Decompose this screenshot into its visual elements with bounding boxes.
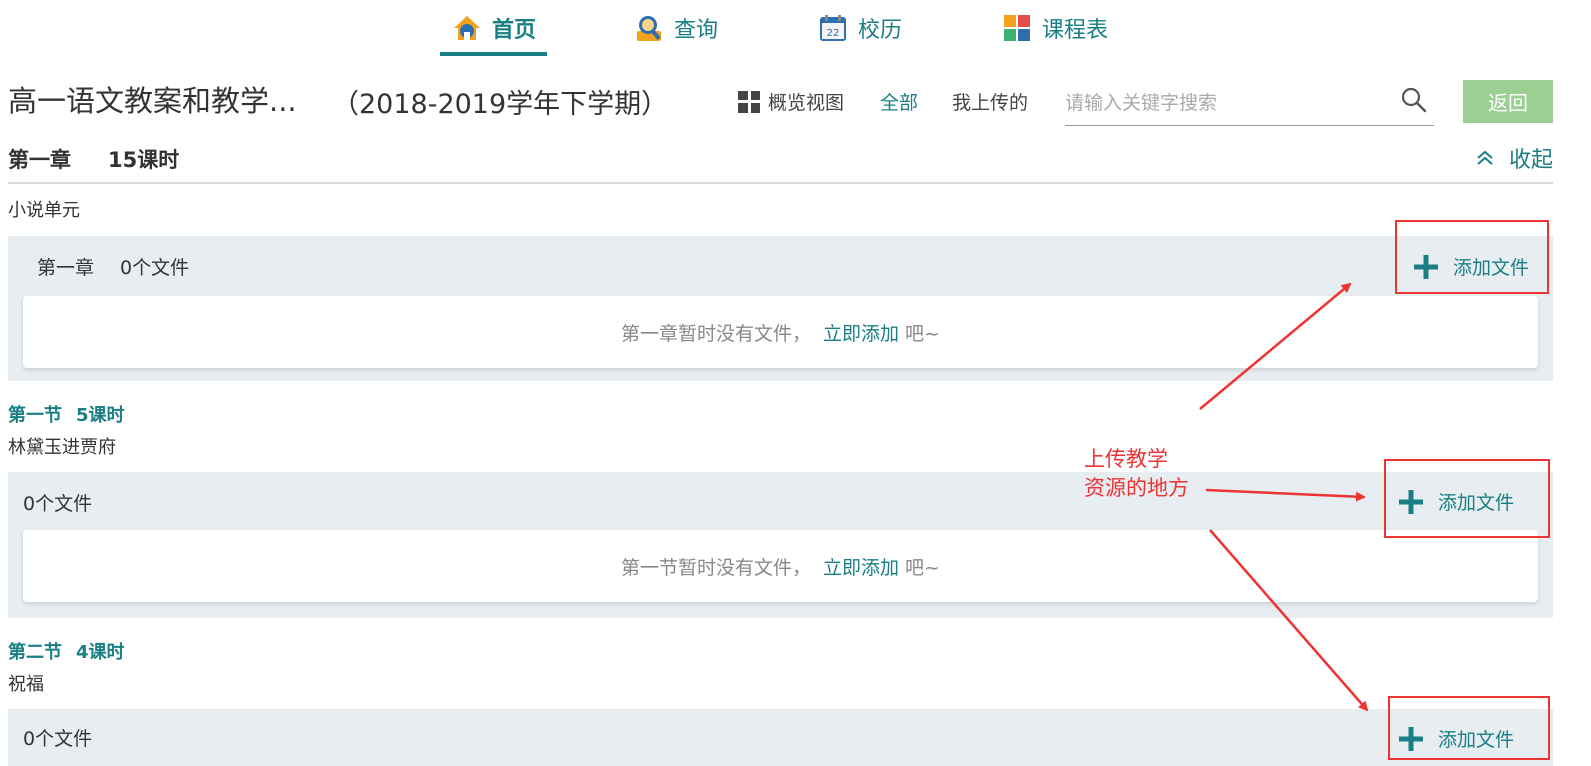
section-1-hours: 5课时 (76, 405, 125, 426)
chapter-panel-header: 第一章 0个文件 (37, 236, 189, 296)
filter-my-uploads[interactable]: 我上传的 (952, 88, 1028, 115)
annotation-box-section-1 (1384, 459, 1550, 538)
search-input[interactable] (1065, 88, 1385, 118)
nav-label-timetable: 课程表 (1042, 18, 1109, 43)
search-box (1065, 80, 1434, 126)
search-icon[interactable] (1400, 86, 1428, 114)
nav-label-calendar: 校历 (858, 18, 903, 43)
section-2-panel-header: 0个文件 (23, 709, 92, 766)
nav-label-query: 查询 (674, 18, 719, 43)
filter-all[interactable]: 全部 (880, 88, 918, 115)
nav-item-home[interactable]: 首页 (452, 0, 536, 56)
chapter-name: 第一章 (8, 148, 71, 172)
collapse-label: 收起 (1508, 148, 1553, 173)
nav-active-indicator (440, 52, 547, 56)
add-now-link[interactable]: 立即添加 (823, 319, 899, 346)
section-2-file-panel: 0个文件 添加文件 (8, 709, 1553, 766)
collapse-button[interactable]: 收起 (1475, 142, 1553, 174)
calendar-icon: 22 (820, 15, 846, 41)
overview-view-toggle[interactable]: 概览视图 (738, 88, 844, 115)
unit-label: 小说单元 (8, 200, 80, 221)
section-2-title: 第二节 4课时 (8, 638, 125, 664)
page-title: 高一语文教案和教学... (8, 84, 297, 118)
empty-tail: 吧~ (905, 556, 940, 579)
section-1-panel-header: 0个文件 (23, 472, 92, 532)
home-icon (454, 16, 480, 40)
chapter-empty-state: 第一章暂时没有文件， 立即添加 吧~ (23, 296, 1538, 368)
annotation-line-1: 上传教学 (1084, 447, 1168, 471)
chapter-file-panel: 第一章 0个文件 添加文件 第一章暂时没有文件， 立即添加 吧~ (8, 236, 1553, 381)
nav-item-timetable[interactable]: 课程表 (1002, 0, 1108, 56)
grid-view-icon (738, 90, 760, 113)
section-2-name: 第二节 (8, 642, 62, 663)
back-button[interactable]: 返回 (1463, 80, 1553, 123)
term-label: （2018-2019学年下学期） (332, 89, 669, 120)
chevron-double-up-icon (1477, 150, 1493, 165)
section-1-file-panel: 0个文件 添加文件 第一节暂时没有文件， 立即添加 吧~ (8, 472, 1553, 618)
overview-label: 概览视图 (768, 92, 845, 114)
section-2-hours: 4课时 (76, 642, 125, 663)
section-2-subtitle: 祝福 (8, 674, 44, 695)
section-1-empty-state: 第一节暂时没有文件， 立即添加 吧~ (23, 530, 1538, 602)
nav-item-query[interactable]: 查询 (634, 0, 718, 56)
add-now-link[interactable]: 立即添加 (823, 553, 899, 580)
nav-item-calendar[interactable]: 22 校历 (818, 0, 902, 56)
empty-message: 第一节暂时没有文件， (621, 556, 812, 579)
section-1-file-count: 0个文件 (23, 492, 93, 515)
empty-tail: 吧~ (905, 322, 940, 345)
chapter-header: 第一章 15课时 收起 (8, 140, 1553, 184)
section-1-subtitle: 林黛玉进贾府 (8, 437, 116, 458)
chapter-panel-label: 第一章 (37, 256, 95, 279)
section-1-title: 第一节 5课时 (8, 401, 125, 427)
chapter-file-count: 0个文件 (120, 256, 190, 279)
annotation-box-section-2 (1388, 696, 1550, 760)
annotation-line-2: 资源的地方 (1084, 476, 1189, 500)
section-1-name: 第一节 (8, 405, 62, 426)
annotation-box-chapter (1395, 220, 1549, 294)
chapter-hours: 15课时 (108, 148, 180, 172)
top-navigation: 首页 查询 22 校历 课程表 (0, 0, 1591, 56)
search-person-icon (637, 16, 661, 41)
timetable-icon (1004, 15, 1030, 41)
svg-text:22: 22 (827, 28, 840, 39)
nav-label-home: 首页 (492, 18, 537, 43)
section-2-file-count: 0个文件 (23, 728, 93, 750)
annotation-text: 上传教学 资源的地方 (1084, 445, 1189, 503)
empty-message: 第一章暂时没有文件， (621, 322, 812, 345)
